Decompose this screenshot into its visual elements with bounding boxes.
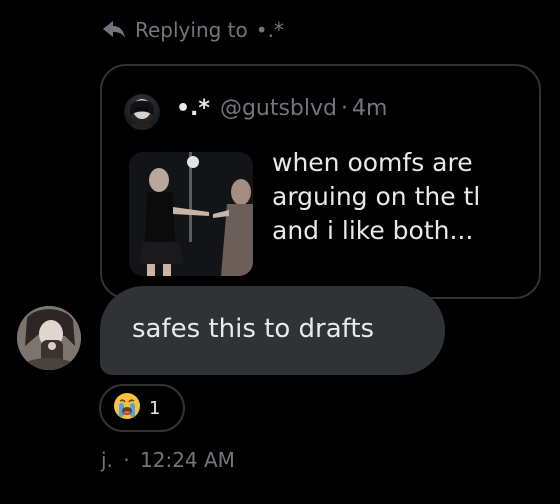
quoted-display-name: •.* [176,96,210,121]
reply-arrow-icon [101,20,127,40]
sender-name: j. [101,448,113,472]
quoted-meta-separator: · [341,96,348,121]
message-time: 12:24 AM [140,448,235,472]
replying-to-target: •.* [255,18,284,42]
message-footer: j. · 12:24 AM [101,448,239,472]
footer-separator: · [123,448,130,472]
reaction-count: 1 [149,397,161,419]
reaction-pill[interactable]: 1 [99,384,185,432]
quoted-handle: @gutsblvd [219,96,337,121]
quoted-post-text: when oomfs are arguing on the tl and i l… [272,148,481,245]
quoted-post-card[interactable]: •.* @gutsblvd · 4m when oomfs are arguin… [100,64,541,299]
quoted-post-meta: •.* @gutsblvd · 4m [176,96,387,121]
quoted-media-thumbnail[interactable] [129,152,253,276]
message-bubble[interactable]: safes this to drafts [100,286,445,375]
sender-avatar[interactable] [17,306,81,370]
loudly-crying-face-icon [113,392,141,424]
quoted-time: 4m [352,96,388,121]
replying-to-header[interactable]: Replying to •.* [101,18,284,42]
replying-to-label: Replying to [135,18,248,42]
quoted-author-avatar [124,94,160,130]
